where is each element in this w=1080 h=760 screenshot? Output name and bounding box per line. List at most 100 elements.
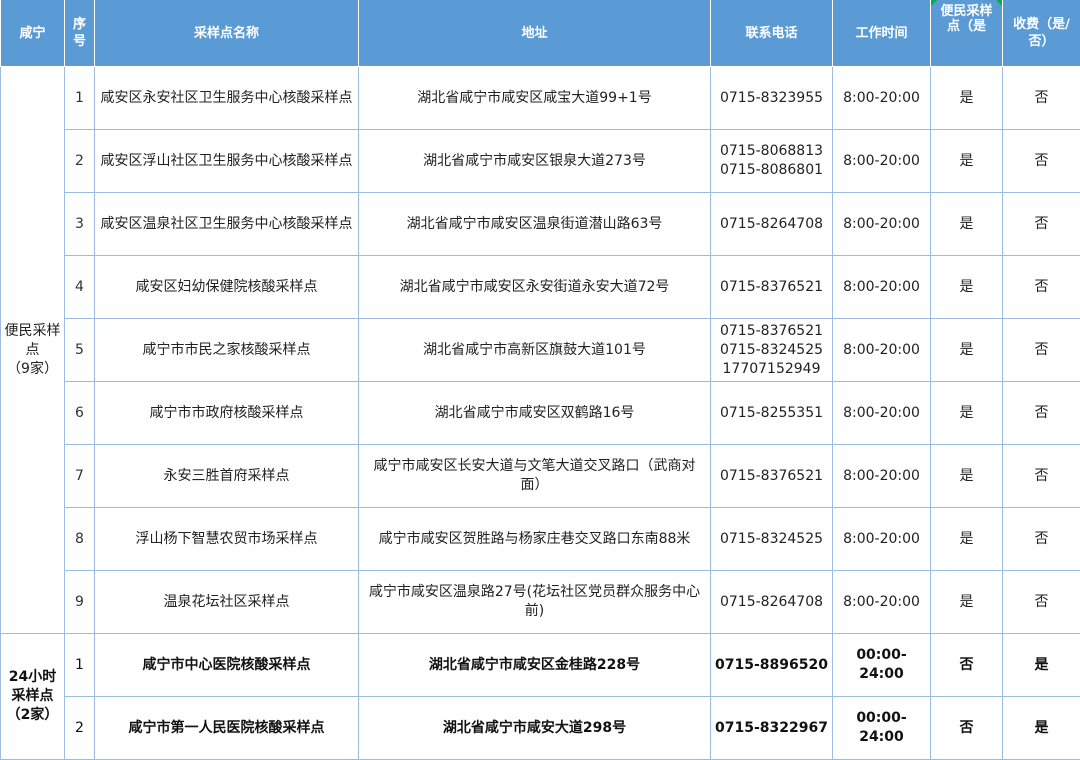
- site-name-cell: 咸宁市中心医院核酸采样点: [94, 633, 359, 697]
- header-name: 采样点名称: [94, 0, 359, 67]
- header-fee: 收费（是/否）: [1002, 0, 1080, 67]
- sampling-sites-table: 咸宁 序号 采样点名称 地址 联系电话 工作时间 便民采样点（是 收费（是/否）…: [0, 0, 1080, 760]
- site-name-cell: 咸安区温泉社区卫生服务中心核酸采样点: [94, 192, 359, 256]
- site-name-cell: 咸宁市市政府核酸采样点: [94, 381, 359, 445]
- phone-number: 0715-8323955: [719, 89, 824, 106]
- hours-cell: 8:00-20:00: [832, 129, 931, 193]
- phone-number: 0715-8324525: [719, 530, 824, 547]
- address-cell: 湖北省咸宁市咸安区温泉街道潜山路63号: [358, 192, 711, 256]
- phone-number: 0715-8322967: [715, 719, 828, 736]
- header-address: 地址: [358, 0, 711, 67]
- convenient-cell: 是: [930, 444, 1003, 508]
- fee-cell: 否: [1002, 192, 1080, 256]
- hours-cell: 00:00-24:00: [832, 633, 931, 697]
- header-seq-text: 序号: [72, 17, 86, 49]
- group-label-line: （2家）: [6, 707, 59, 723]
- table-row: 9 温泉花坛社区采样点 咸宁市咸安区温泉路27号(花坛社区党员群众服务中心前) 071…: [1, 570, 1080, 634]
- phone-cell: 0715-8068813 0715-8086801: [710, 129, 833, 193]
- phone-cell: 0715-8323955: [710, 66, 833, 130]
- seq-cell: 4: [64, 255, 95, 319]
- address-cell: 咸宁市咸安区长安大道与文笔大道交叉路口（武商对面）: [358, 444, 711, 508]
- fee-cell: 否: [1002, 66, 1080, 130]
- fee-cell: 是: [1002, 696, 1080, 760]
- hours-cell: 8:00-20:00: [832, 255, 931, 319]
- convenient-cell: 是: [930, 255, 1003, 319]
- phone-number: 0715-8264708: [719, 215, 824, 232]
- fee-cell: 否: [1002, 507, 1080, 571]
- convenient-cell: 是: [930, 381, 1003, 445]
- table-row: 2 咸安区浮山社区卫生服务中心核酸采样点 湖北省咸宁市咸安区银泉大道273号 0715…: [1, 129, 1080, 193]
- seq-cell: 2: [64, 129, 95, 193]
- address-cell: 湖北省咸宁市咸安区永安街道永安大道72号: [358, 255, 711, 319]
- phone-cell: 0715-8322967: [710, 696, 833, 760]
- header-convenient-text: 便民采样点（是: [940, 4, 993, 34]
- seq-cell: 6: [64, 381, 95, 445]
- site-name-cell: 咸安区浮山社区卫生服务中心核酸采样点: [94, 129, 359, 193]
- table-row: 5 咸宁市市民之家核酸采样点 湖北省咸宁市高新区旗鼓大道101号 0715-83765…: [1, 318, 1080, 382]
- phone-cell: 0715-8264708: [710, 570, 833, 634]
- hours-cell: 8:00-20:00: [832, 444, 931, 508]
- hours-cell: 8:00-20:00: [832, 381, 931, 445]
- group-label: 便民采样点 （9家）: [0, 66, 65, 634]
- group-label-line: 便民采样: [4, 322, 61, 339]
- convenient-cell: 否: [930, 696, 1003, 760]
- convenient-cell: 是: [930, 66, 1003, 130]
- header-seq: 序号: [64, 0, 95, 67]
- seq-cell: 3: [64, 192, 95, 256]
- phone-cell: 0715-8255351: [710, 381, 833, 445]
- header-region: 咸宁: [0, 0, 65, 67]
- header-hours: 工作时间: [832, 0, 931, 67]
- convenient-cell: 否: [930, 633, 1003, 697]
- table-row: 6 咸宁市市政府核酸采样点 湖北省咸宁市咸安区双鹤路16号 0715-8255351 8…: [1, 381, 1080, 445]
- address-cell: 湖北省咸宁市咸安区咸宝大道99+1号: [358, 66, 711, 130]
- phone-number: 0715-8376521: [719, 467, 824, 484]
- phone-cell: 0715-8896520: [710, 633, 833, 697]
- fee-cell: 否: [1002, 444, 1080, 508]
- seq-cell: 1: [64, 633, 95, 697]
- site-name-cell: 永安三胜首府采样点: [94, 444, 359, 508]
- hours-cell: 8:00-20:00: [832, 570, 931, 634]
- seq-cell: 9: [64, 570, 95, 634]
- convenient-cell: 是: [930, 507, 1003, 571]
- site-name-cell: 咸宁市市民之家核酸采样点: [94, 318, 359, 382]
- phone-cell: 0715-8324525: [710, 507, 833, 571]
- group-label-line: 采样点: [11, 688, 54, 704]
- table-row: 24小时采样点 （2家） 1 咸宁市中心医院核酸采样点 湖北省咸宁市咸安区金桂路228号…: [0, 633, 1080, 760]
- group-label-line: 点: [25, 341, 40, 358]
- site-name-cell: 浮山杨下智慧农贸市场采样点: [94, 507, 359, 571]
- phone-cell: 0715-8376521: [710, 444, 833, 508]
- seq-cell: 7: [64, 444, 95, 508]
- group-label-line: 24小时: [8, 669, 57, 685]
- header-row: 咸宁 序号 采样点名称 地址 联系电话 工作时间 便民采样点（是 收费（是/否）: [0, 0, 1080, 67]
- address-cell: 湖北省咸宁市咸安区银泉大道273号: [358, 129, 711, 193]
- address-cell: 湖北省咸宁市咸安区双鹤路16号: [358, 381, 711, 445]
- fee-cell: 否: [1002, 129, 1080, 193]
- fee-cell: 否: [1002, 255, 1080, 319]
- convenient-cell: 是: [930, 318, 1003, 382]
- group-label: 24小时采样点 （2家）: [0, 633, 65, 760]
- phone-cell: 0715-8264708: [710, 192, 833, 256]
- fee-cell: 否: [1002, 570, 1080, 634]
- table-row: 4 咸安区妇幼保健院核酸采样点 湖北省咸宁市咸安区永安街道永安大道72号 0715-8…: [1, 255, 1080, 319]
- address-cell: 湖北省咸宁市高新区旗鼓大道101号: [358, 318, 711, 382]
- phone-number: 0715-8896520: [715, 656, 828, 673]
- address-cell: 湖北省咸宁市咸安区金桂路228号: [358, 633, 711, 697]
- group-label-line: （9家）: [7, 360, 58, 377]
- seq-cell: 8: [64, 507, 95, 571]
- hours-cell: 8:00-20:00: [832, 507, 931, 571]
- phone-number: 17707152949: [722, 360, 821, 377]
- phone-number: 0715-8324525: [719, 341, 824, 358]
- fee-cell: 是: [1002, 633, 1080, 697]
- comment-marker-icon: [996, 0, 1002, 6]
- phone-number: 0715-8376521: [719, 278, 824, 295]
- convenient-cell: 是: [930, 570, 1003, 634]
- seq-cell: 2: [64, 696, 95, 760]
- hours-cell: 8:00-20:00: [832, 192, 931, 256]
- phone-number: 0715-8376521: [719, 322, 824, 339]
- table-row: 3 咸安区温泉社区卫生服务中心核酸采样点 湖北省咸宁市咸安区温泉街道潜山路63号 07…: [1, 192, 1080, 256]
- address-cell: 咸宁市咸安区贺胜路与杨家庄巷交叉路口东南88米: [358, 507, 711, 571]
- comment-marker-icon: [931, 0, 937, 6]
- fee-cell: 否: [1002, 381, 1080, 445]
- hours-cell: 00:00-24:00: [832, 696, 931, 760]
- site-name-cell: 温泉花坛社区采样点: [94, 570, 359, 634]
